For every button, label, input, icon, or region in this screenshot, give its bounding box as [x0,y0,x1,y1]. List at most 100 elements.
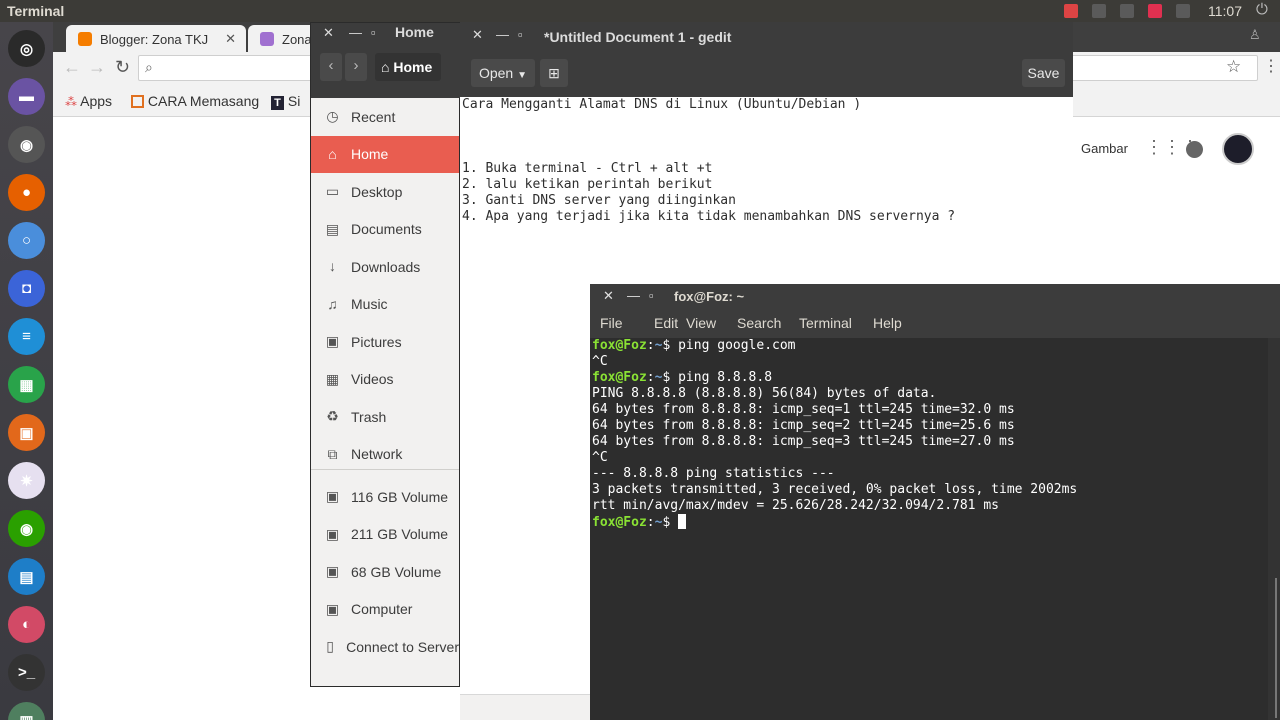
keyboard-en-icon[interactable] [1120,4,1134,18]
disk-icon[interactable]: ◉ [8,126,45,163]
open-button[interactable]: Open ▼ [471,59,535,87]
menu-help[interactable]: Help [873,315,902,331]
sidebar-item-label: Home [351,146,389,162]
save-button[interactable]: Save [1022,59,1065,87]
profile-icon[interactable]: ♙ [1249,27,1261,43]
sidebar-item-network[interactable]: ⧉ Network [311,436,459,473]
menu-terminal[interactable]: Terminal [799,315,852,331]
notifications-icon[interactable] [1186,141,1203,158]
bookmark-t-icon: T [271,96,284,110]
download-icon: ↓ [329,258,336,274]
atom-icon[interactable]: ✷ [8,462,45,499]
sidebar-item-documents[interactable]: ▤ Documents [311,211,459,248]
camera-icon[interactable]: ◘ [8,270,45,307]
files-close-icon[interactable]: ✕ [323,25,334,41]
new-document-icon: ⊞ [548,65,560,81]
sidebar-item-videos[interactable]: ▦ Videos [311,361,459,398]
sidebar-item-pictures[interactable]: ▣ Pictures [311,323,459,360]
new-tab-button[interactable]: ⊞ [540,59,568,87]
blogger-favicon-icon [78,32,92,46]
power-icon[interactable]: ⏻ [1256,1,1268,18]
bookmark-si[interactable]: T Si [271,93,300,110]
forward-icon[interactable]: → [88,57,106,78]
chrome-menu-icon[interactable]: ⋮ [1263,56,1279,76]
tab-blogger[interactable]: Blogger: Zona TKJ ✕ [66,25,246,52]
clock[interactable]: 11:07 [1208,3,1242,19]
terminal-maximize-icon[interactable]: ▫ [649,288,654,303]
gedit-minimize-icon[interactable]: — [496,27,509,42]
dash-icon[interactable]: ◎ [8,30,45,67]
sidebar-item-music[interactable]: ♫ Music [311,286,459,323]
sidebar-item-desktop[interactable]: ▭ Desktop [311,173,459,210]
close-tab-icon[interactable]: ✕ [225,31,236,47]
google-page-strip: Gambar ⋮⋮⋮ [1073,117,1280,284]
gedit-close-icon[interactable]: ✕ [472,27,483,43]
picture-icon: ▣ [325,333,340,349]
menu-view[interactable]: View [686,315,716,331]
sidebar-item-downloads[interactable]: ↓ Downloads [311,248,459,285]
video-icon: ▦ [325,370,340,387]
firefox-icon[interactable]: ● [8,174,45,211]
terminal-scrollbar[interactable] [1268,338,1280,720]
bookmark-cara[interactable]: CARA Memasang [131,93,259,109]
sidebar-item-211-gb-volume[interactable]: ▣ 211 GB Volume [311,516,459,553]
launcher: ◎ ▬ ◉ ● ○ ◘ ≡ ▦ ▣ ✷ ◉ ▤ ◐ >_ ▥ [0,22,53,720]
avatar[interactable] [1222,133,1254,165]
sidebar-item-home[interactable]: ⌂ Home [311,135,459,173]
terminal-output-line: 64 bytes from 8.8.8.8: icmp_seq=1 ttl=24… [592,402,1015,417]
sidebar-item-label: Downloads [351,258,421,275]
tab-label: Zona [282,32,312,47]
scrollbar-thumb[interactable] [1275,578,1277,718]
volume-icon[interactable] [1176,4,1190,18]
terminal-screen[interactable]: fox@Foz:~$ ping google.com ^C fox@Foz:~$ p… [590,338,1268,720]
battery-icon[interactable] [1148,4,1162,18]
command-text: ping 8.8.8.8 [678,370,773,385]
sidebar-item-recent[interactable]: ◷ Recent [311,98,459,135]
sidebar-item-68-gb-volume[interactable]: ▣ 68 GB Volume [311,553,459,590]
bookmark-label: CARA Memasang [147,93,260,109]
menu-edit[interactable]: Edit [654,315,678,331]
toggle-icon[interactable]: ◐ [8,606,45,643]
monitor-icon[interactable]: ▤ [8,558,45,595]
prompt-dollar: $ [662,370,679,385]
sidebar-item-label: Documents [351,221,422,237]
gedit-maximize-icon[interactable]: ▫ [518,27,523,42]
drive-icon: ▣ [325,563,340,579]
sidebar-item-label: Videos [351,371,394,387]
prompt-dollar: $ [662,338,679,353]
back-icon[interactable]: ← [63,57,81,78]
writer-icon[interactable]: ≡ [8,318,45,355]
path-home-button[interactable]: ⌂ Home [375,53,441,81]
terminal-output-line: 64 bytes from 8.8.8.8: icmp_seq=2 ttl=24… [592,418,1015,433]
bookmark-label: Apps [80,93,113,109]
chevron-down-icon: ▼ [517,70,528,81]
menu-file[interactable]: File [600,315,623,331]
terminal-icon[interactable]: >_ [8,654,45,691]
files-forward-icon[interactable]: › [345,53,367,81]
calc-icon[interactable]: ▦ [8,366,45,403]
bookmark-apps[interactable]: ⁂ Apps [65,93,112,109]
impress-icon[interactable]: ▣ [8,414,45,451]
files-maximize-icon[interactable]: ▫ [371,25,376,40]
nvidia-icon[interactable]: ◉ [8,510,45,547]
reload-icon[interactable]: ↻ [115,57,130,78]
wifi-icon[interactable] [1092,4,1106,18]
files-back-icon[interactable]: ‹ [320,53,342,81]
files-minimize-icon[interactable]: — [349,25,362,40]
google-images-link[interactable]: Gambar [1081,141,1128,156]
sidebar-item-trash[interactable]: ♻ Trash [311,398,459,435]
chromium-icon[interactable]: ○ [8,222,45,259]
terminal-minimize-icon[interactable]: — [627,288,640,303]
sidebar-item-label: 211 GB Volume [351,526,449,542]
terminal-close-icon[interactable]: ✕ [603,288,614,304]
files-icon[interactable]: ▬ [8,78,45,115]
menu-search[interactable]: Search [737,315,781,331]
bookmark-star-icon[interactable]: ☆ [1226,57,1241,77]
sidebar-item-computer[interactable]: ▣ Computer [311,591,459,628]
sidebar-item-116-gb-volume[interactable]: ▣ 116 GB Volume [311,478,459,515]
record-icon[interactable] [1064,4,1078,18]
document-text-area[interactable]: Cara Mengganti Alamat DNS di Linux (Ubun… [460,97,1073,225]
files-window: ✕ — ▫ Home ‹ › ⌂ Home ◷ Recent ⌂ Home ▭ Deskt… [310,22,461,687]
sidebar-item-connect-to-server[interactable]: ▯ Connect to Server [311,628,459,665]
hardware-icon[interactable]: ▥ [8,702,45,720]
